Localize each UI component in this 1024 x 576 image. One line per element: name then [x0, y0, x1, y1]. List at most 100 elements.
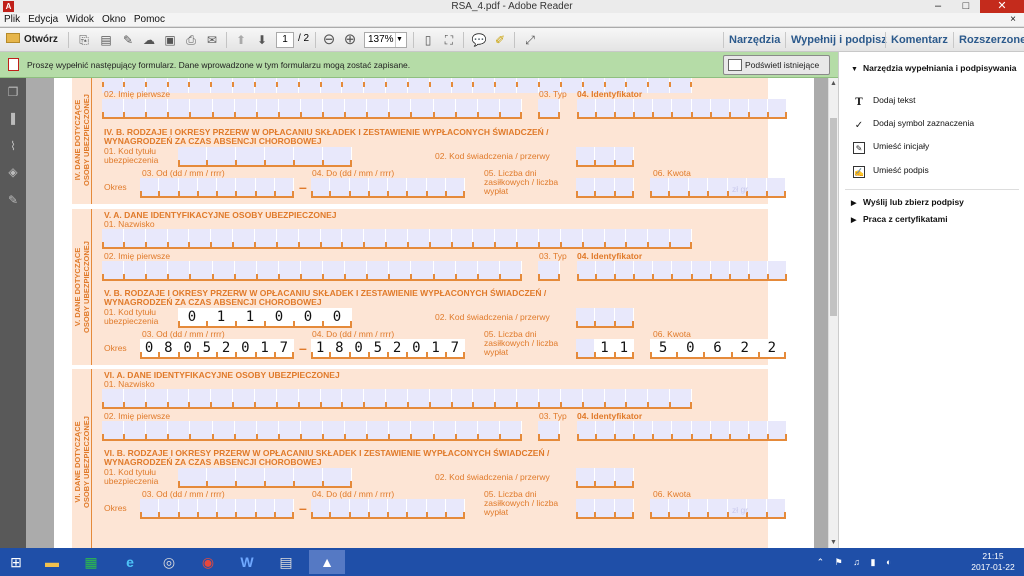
input-cell[interactable]: [236, 499, 256, 517]
place-initials-item[interactable]: ✎ Umieść inicjały: [853, 141, 929, 154]
input-cell[interactable]: 5: [650, 339, 678, 357]
input-cell[interactable]: [311, 499, 331, 517]
input-cell[interactable]: [386, 78, 408, 93]
chrome-icon[interactable]: ◉: [190, 550, 226, 574]
input-cell[interactable]: [615, 261, 635, 279]
field-kwota-vi[interactable]: [650, 499, 786, 519]
input-cell[interactable]: [276, 78, 299, 93]
input-cell[interactable]: [669, 178, 689, 196]
input-cell[interactable]: [389, 421, 412, 439]
input-cell[interactable]: [255, 499, 275, 517]
field-kod-tytulu-vi[interactable]: [178, 468, 352, 488]
input-cell[interactable]: [653, 261, 673, 279]
input-cell[interactable]: [349, 178, 369, 196]
input-cell[interactable]: [217, 499, 237, 517]
file-explorer-icon[interactable]: ▬: [34, 550, 70, 574]
adobe-reader-taskbar-icon[interactable]: ▲: [309, 550, 345, 574]
input-cell[interactable]: [411, 99, 434, 117]
input-cell[interactable]: [747, 178, 767, 196]
input-cell[interactable]: [189, 78, 212, 93]
input-cell[interactable]: [595, 308, 615, 326]
input-cell[interactable]: [342, 78, 365, 93]
input-cell[interactable]: [560, 389, 583, 407]
tab-rozszerzone[interactable]: Rozszerzone: [953, 28, 1024, 52]
save-icon[interactable]: ▣: [161, 31, 179, 49]
input-cell[interactable]: 0: [178, 339, 198, 357]
input-cell[interactable]: [276, 229, 299, 247]
field-kod-swiadczenia-vi[interactable]: [576, 468, 634, 488]
input-cell[interactable]: [233, 78, 255, 93]
input-cell[interactable]: [167, 389, 190, 407]
input-cell[interactable]: [123, 229, 146, 247]
field-nazwisko-iv[interactable]: [102, 78, 692, 93]
input-cell[interactable]: [254, 78, 277, 93]
cloud-icon[interactable]: ☁: [140, 31, 158, 49]
input-cell[interactable]: 1: [236, 308, 265, 326]
field-typ-vi[interactable]: [538, 421, 560, 441]
input-cell[interactable]: [364, 78, 387, 93]
input-cell[interactable]: [102, 229, 124, 247]
input-cell[interactable]: [748, 421, 768, 439]
input-cell[interactable]: [278, 421, 301, 439]
fit-width-icon[interactable]: ⛶: [440, 31, 458, 49]
input-cell[interactable]: [433, 421, 456, 439]
input-cell[interactable]: [729, 261, 749, 279]
input-cell[interactable]: [411, 421, 434, 439]
input-cell[interactable]: [255, 178, 275, 196]
input-cell[interactable]: [650, 499, 670, 517]
input-cell[interactable]: [311, 178, 331, 196]
input-cell[interactable]: [499, 421, 522, 439]
tab-wypelnij-i-podpisz[interactable]: Wypełnij i podpisz: [785, 28, 887, 52]
input-cell[interactable]: [212, 261, 235, 279]
email-icon[interactable]: ✉: [203, 31, 221, 49]
input-cell[interactable]: [595, 499, 615, 517]
input-cell[interactable]: [576, 308, 596, 326]
input-cell[interactable]: [197, 499, 217, 517]
input-cell[interactable]: [168, 99, 191, 117]
input-cell[interactable]: [388, 499, 408, 517]
input-cell[interactable]: [708, 178, 728, 196]
input-cell[interactable]: [653, 99, 673, 117]
input-cell[interactable]: [178, 468, 207, 486]
input-cell[interactable]: [236, 147, 265, 165]
export-icon[interactable]: ▤: [97, 31, 115, 49]
input-cell[interactable]: [389, 261, 412, 279]
input-cell[interactable]: [167, 78, 190, 93]
input-cell[interactable]: [145, 229, 168, 247]
input-cell[interactable]: [748, 99, 768, 117]
input-cell[interactable]: [190, 261, 213, 279]
input-cell[interactable]: [178, 147, 207, 165]
input-cell[interactable]: [539, 389, 561, 407]
field-kod-swiadczenia-v[interactable]: [576, 308, 634, 328]
input-cell[interactable]: [495, 78, 518, 93]
input-cell[interactable]: [278, 261, 301, 279]
input-cell[interactable]: [426, 499, 446, 517]
input-cell[interactable]: [626, 229, 649, 247]
input-cell[interactable]: [451, 229, 474, 247]
input-cell[interactable]: 0: [323, 308, 352, 326]
input-cell[interactable]: [124, 421, 147, 439]
input-cell[interactable]: [539, 229, 561, 247]
input-cell[interactable]: [389, 99, 412, 117]
input-cell[interactable]: [407, 499, 427, 517]
input-cell[interactable]: [672, 261, 692, 279]
input-cell[interactable]: [477, 99, 500, 117]
input-cell[interactable]: 2: [758, 339, 786, 357]
input-cell[interactable]: [145, 389, 168, 407]
input-cell[interactable]: [102, 389, 124, 407]
word-icon[interactable]: W: [229, 550, 265, 574]
input-cell[interactable]: [634, 99, 654, 117]
input-cell[interactable]: [298, 78, 321, 93]
field-nazwisko-vi[interactable]: [102, 389, 692, 409]
input-cell[interactable]: [582, 229, 605, 247]
input-cell[interactable]: [256, 421, 279, 439]
field-imie-vi[interactable]: [102, 421, 522, 441]
input-cell[interactable]: [710, 261, 730, 279]
input-cell[interactable]: [634, 261, 654, 279]
input-cell[interactable]: [672, 99, 692, 117]
input-cell[interactable]: [455, 421, 478, 439]
input-cell[interactable]: 1: [426, 339, 446, 357]
input-cell[interactable]: 0: [265, 308, 294, 326]
input-cell[interactable]: [345, 421, 368, 439]
tab-narzedzia[interactable]: Narzędzia: [723, 28, 780, 52]
